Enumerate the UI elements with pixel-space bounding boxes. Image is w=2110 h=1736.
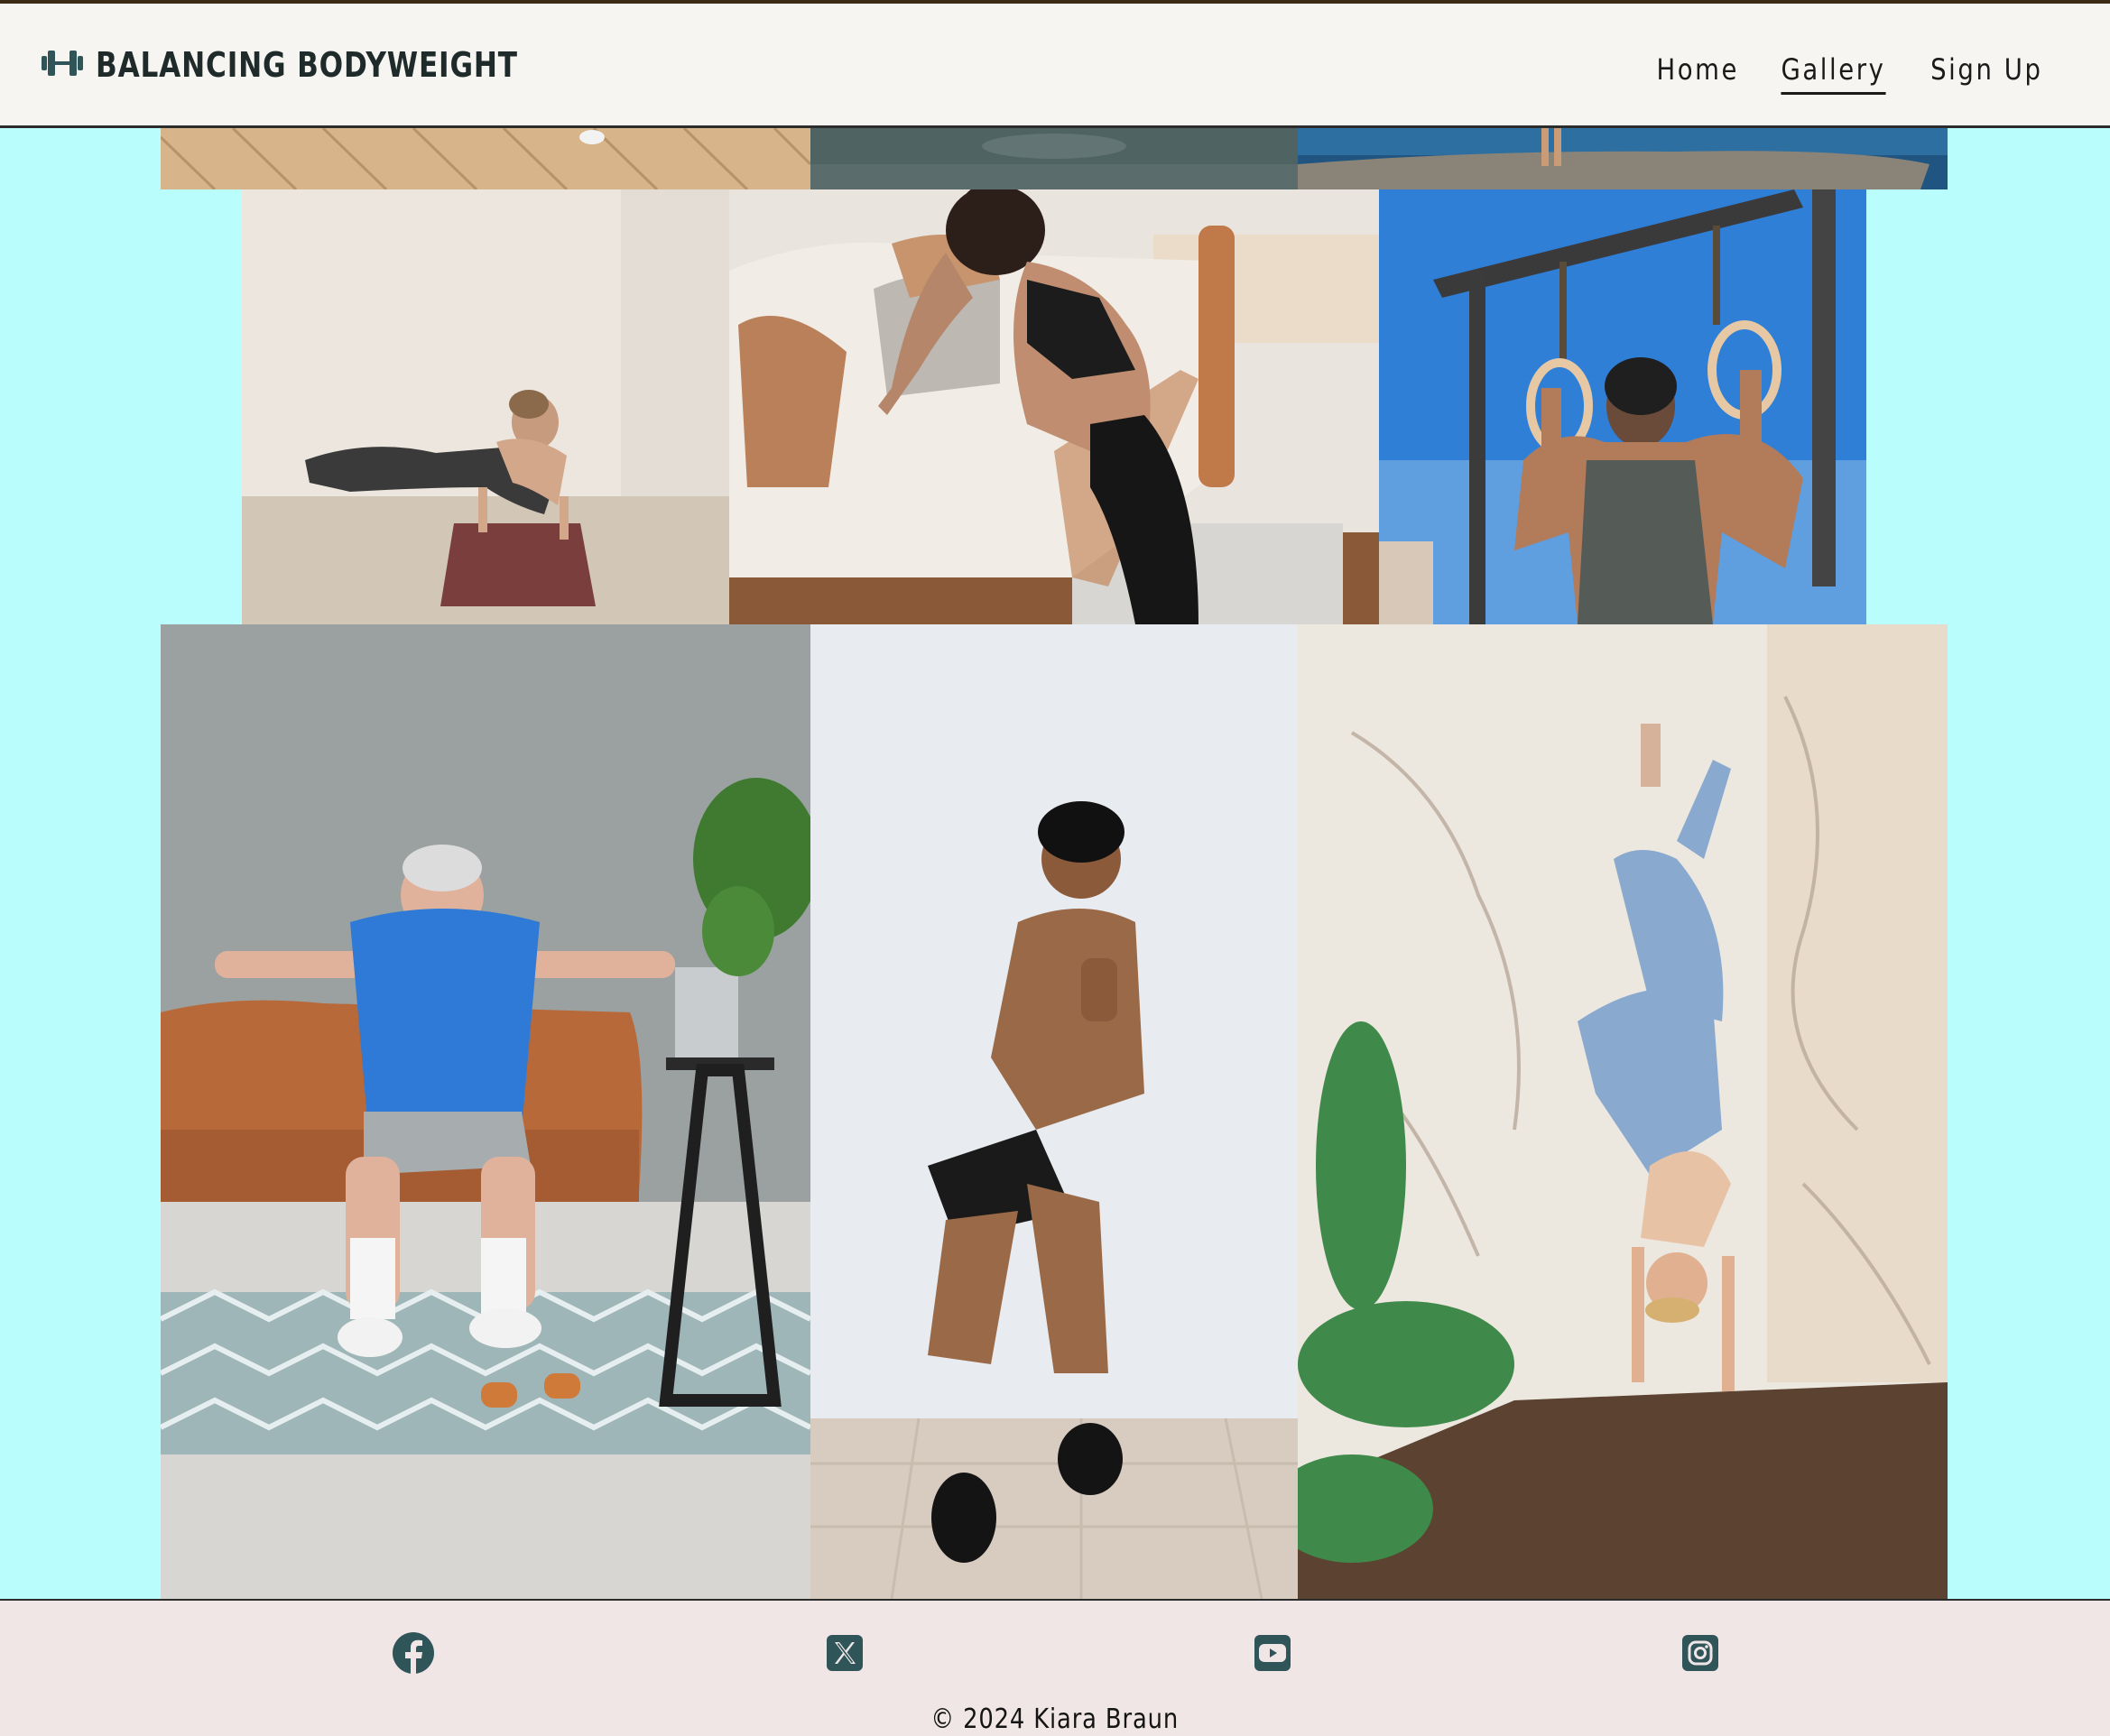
photo-senior-squat [161,624,810,1599]
photo-gymnastic-rings [1379,189,1866,624]
site-footer: © 2024 Kiara Braun [0,1599,2110,1736]
main-nav: Home Gallery Sign Up [1650,52,2052,95]
photo-wall-handstand [1298,624,1948,1599]
photo-seaside-rock [1298,128,1948,189]
facebook-icon[interactable] [392,1631,435,1675]
nav-sign-up[interactable]: Sign Up [1930,52,2042,95]
dumbbell-icon [42,48,83,83]
photo-yoga-arm-balance [242,189,729,624]
brand-title: BALANCING BODYWEIGHT [96,45,518,85]
photo-man-squat [810,624,1298,1599]
site-header: BALANCING BODYWEIGHT Home Gallery Sign U… [0,4,2110,128]
photo-couch-incline-pushup [729,189,1379,624]
nav-gallery[interactable]: Gallery [1781,52,1886,95]
nav-home[interactable]: Home [1656,52,1739,95]
instagram-icon[interactable] [1679,1631,1722,1675]
photo-grey-surface [810,128,1298,189]
copyright-text: © 2024 Kiara Braun [930,1704,1180,1735]
x-icon[interactable] [823,1631,866,1675]
youtube-icon[interactable] [1251,1631,1294,1675]
photo-wood-floor [161,128,810,189]
brand[interactable]: BALANCING BODYWEIGHT [42,45,611,85]
copyright: © 2024 Kiara Braun [0,1704,2110,1735]
